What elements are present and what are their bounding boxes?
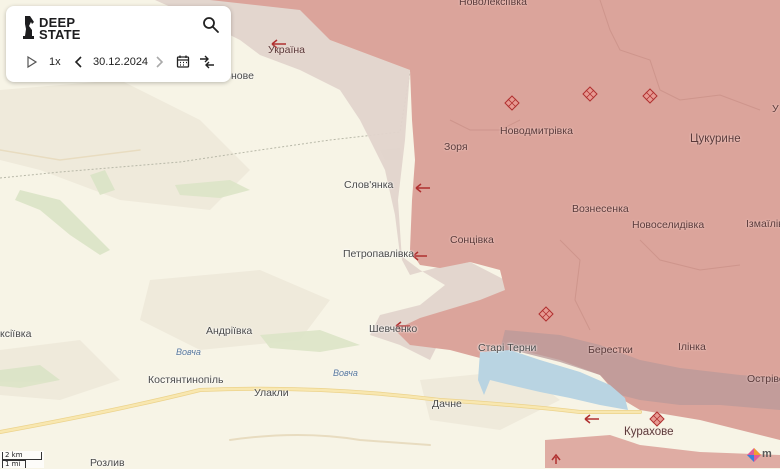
river-label-vovcha-1: Вовча — [176, 347, 201, 357]
place-sontsivka: Сонцівка — [450, 234, 494, 246]
search-button[interactable] — [201, 15, 221, 35]
scale-km: 2 km — [2, 452, 42, 460]
speed-toggle[interactable]: 1x — [49, 54, 61, 70]
place-nove: нове — [231, 70, 254, 82]
previous-date-button[interactable] — [74, 54, 84, 70]
place-novoselydivka: Новоселидівка — [632, 219, 705, 231]
attribution-text: m — [762, 448, 772, 460]
place-ulakly: Улакли — [254, 387, 289, 399]
logo-line-2: STATE — [39, 27, 81, 42]
play-icon — [27, 55, 38, 69]
place-stari-terny: Старі Терни — [478, 342, 537, 354]
scale-bar: 2 km 1 mi — [0, 451, 44, 468]
place-kurakhove: Курахове — [624, 426, 674, 438]
place-petropavlivka: Петропавлівка — [343, 248, 415, 260]
place-dachne: Дачне — [432, 398, 462, 410]
calendar-icon — [176, 55, 190, 68]
place-zoria: Зоря — [444, 141, 468, 153]
place-novooleksiivka: Новолексіївка — [459, 0, 527, 8]
maptiler-logo-icon — [747, 448, 761, 462]
place-kostiantynopil: Костянтинопіль — [148, 374, 224, 386]
chevron-right-icon — [156, 56, 164, 68]
compare-arrows-icon — [200, 55, 214, 69]
place-berestky: Берестки — [588, 344, 633, 356]
date-display[interactable]: 30.12.2024 — [93, 54, 148, 70]
river-label-vovcha-2: Вовча — [333, 368, 358, 378]
place-izmailivka: Ізмаїлівк — [746, 218, 780, 230]
calendar-button[interactable] — [176, 54, 190, 70]
control-panel: DEEP STATE 1x 30.12.2024 — [6, 6, 231, 82]
compare-button[interactable] — [199, 54, 215, 70]
deepstate-logo[interactable]: DEEP STATE — [22, 14, 92, 44]
place-andriivka: Андріївка — [206, 325, 253, 337]
place-ilinka: Ілінка — [678, 341, 706, 353]
place-slovianka: Слов'янка — [344, 179, 394, 191]
play-button[interactable] — [26, 54, 38, 70]
place-ostrivske: Острівсь — [747, 373, 780, 385]
place-u-partial: У — [772, 103, 779, 115]
place-voznesenka: Вознесенка — [572, 203, 629, 215]
place-shevchenko: Шевченко — [369, 323, 418, 335]
next-date-button[interactable] — [154, 54, 164, 70]
knight-logo-icon — [23, 16, 34, 39]
scale-mi: 1 mi — [2, 460, 26, 468]
place-kasiivka: ксіївка — [0, 328, 32, 340]
map-attribution[interactable]: m — [744, 444, 780, 468]
search-icon — [203, 17, 219, 33]
place-novodmytrivka: Новодмитрівка — [500, 125, 573, 137]
place-rozlyv: Розлив — [90, 457, 125, 469]
place-ukraina: Україна — [268, 44, 306, 56]
place-tsukuryne: Цукурине — [690, 133, 741, 145]
chevron-left-icon — [74, 56, 82, 68]
logo-text: DEEP STATE — [39, 16, 81, 42]
